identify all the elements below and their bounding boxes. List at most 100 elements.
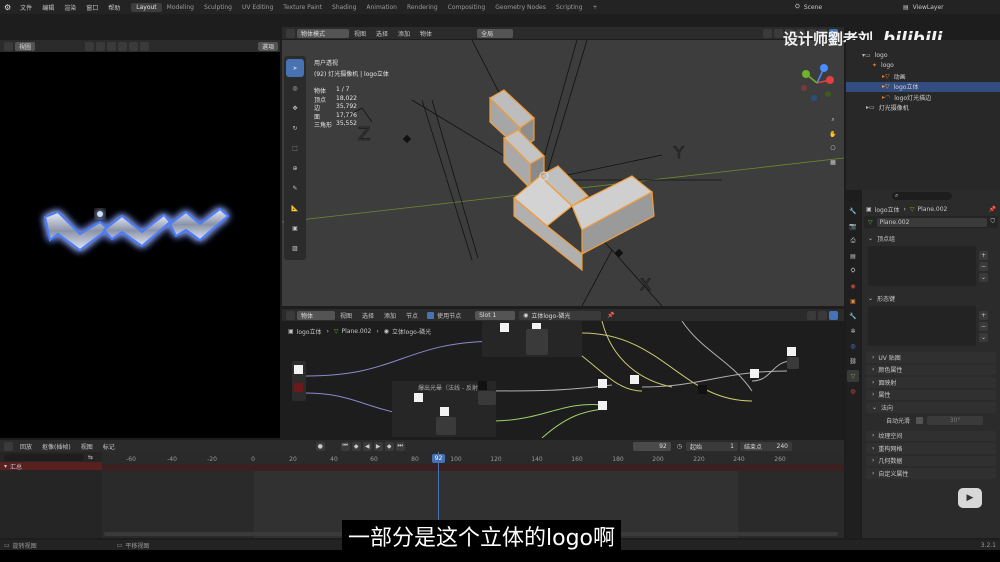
geometry-data-panel[interactable]: › 几何数据 [866, 455, 996, 466]
particles-tab[interactable]: ✲ [847, 325, 859, 337]
jump-end-button[interactable]: ⏭ [395, 441, 405, 451]
tab-sculpting[interactable]: Sculpting [199, 3, 237, 12]
add-workspace-button[interactable]: + [588, 3, 603, 12]
outliner-row[interactable]: ✦ logo [846, 61, 1000, 72]
material-selector[interactable]: ◉ 立体logo-磷光 [519, 310, 602, 320]
shader-node[interactable] [787, 357, 799, 369]
timeline-editor-icon[interactable] [4, 441, 13, 451]
node-menu-select[interactable]: 选择 [357, 311, 379, 320]
viewport-editor-icon[interactable] [286, 28, 295, 38]
scene-selector[interactable]: ⛭ Scene [795, 2, 822, 12]
wireframe-icon[interactable] [118, 41, 128, 51]
node-canvas[interactable]: ▣ logo立体 › ▽ Plane.002 › ◉ 立体logo-磷光 爆出光… [282, 321, 844, 438]
render-preview[interactable] [0, 52, 280, 438]
world-tab[interactable]: ◉ [847, 280, 859, 292]
shape-key-menu-button[interactable]: ⌄ [979, 332, 988, 342]
fake-user-icon[interactable]: ⛉ [990, 218, 995, 226]
outliner-row[interactable]: ▸◠ logo灯光描边 [846, 92, 1000, 103]
auto-smooth-checkbox[interactable] [916, 417, 924, 424]
vertex-groups-panel[interactable]: ⌄ 顶点组 [862, 232, 1000, 244]
current-frame-field[interactable]: 92 [632, 441, 671, 451]
menu-render[interactable]: 渲染 [59, 3, 81, 12]
node-menu-view[interactable]: 视图 [335, 311, 357, 320]
add-vertex-group-button[interactable]: + [979, 250, 988, 260]
vertex-groups-list[interactable] [868, 246, 976, 286]
outliner-row-selected[interactable]: ▸▽ logo立体 [846, 81, 1000, 92]
transform-orientation-dropdown[interactable]: 全局 [477, 28, 514, 38]
pin-icon[interactable]: 📌 [989, 206, 996, 213]
node-menu-node[interactable]: 节点 [401, 311, 423, 320]
shape-keys-list[interactable] [868, 306, 976, 346]
outliner-row[interactable]: ▸▽ 动画 [846, 71, 1000, 82]
modifier-tab[interactable]: 🔧 [847, 310, 859, 322]
rotate-tool[interactable]: ↻ [286, 119, 304, 137]
start-frame-field[interactable]: 起始 1 [685, 441, 738, 451]
pin-icon[interactable]: 📌 [607, 312, 614, 319]
timeline-menu-keying[interactable]: 抠像(插帧) [37, 442, 76, 451]
gizmo-icon[interactable] [774, 28, 783, 38]
data-tab[interactable]: ▽ [847, 370, 859, 382]
outliner-row[interactable]: ▸▭ 灯光摄像机 [846, 103, 1000, 114]
solid-icon[interactable] [129, 41, 139, 51]
select-tool[interactable]: ➤ [286, 59, 304, 77]
next-keyframe-button[interactable]: ◆ [384, 441, 394, 451]
remesh-panel[interactable]: › 重构网格 [866, 443, 996, 454]
tab-geometry-nodes[interactable]: Geometry Nodes [490, 3, 551, 12]
editor-type-icon[interactable] [4, 41, 13, 51]
blender-logo-icon[interactable]: ⚙ [4, 3, 11, 12]
output-tab[interactable]: ⎙ [847, 235, 859, 247]
proportional-icon[interactable] [96, 41, 106, 51]
color-attributes-panel[interactable]: › 颜色属性 [866, 364, 996, 375]
add-shape-key-button[interactable]: + [979, 310, 988, 320]
color-ramp-node[interactable] [478, 391, 496, 405]
3d-viewport[interactable]: Z Y X 用户透视 (92) 灯光摄像机 | logo立体 物体 1 / 7 顶… [282, 40, 844, 306]
options-button[interactable]: 選項 [257, 41, 278, 51]
playhead-frame-label[interactable]: 92 [432, 454, 445, 463]
view-menu-button[interactable]: 視圖 [15, 41, 36, 51]
tab-scripting[interactable]: Scripting [551, 3, 588, 12]
menu-help[interactable]: 帮助 [103, 3, 125, 12]
tab-layout[interactable]: Layout [131, 2, 162, 12]
move-tool[interactable]: ✥ [286, 99, 304, 117]
prev-keyframe-button[interactable]: ◆ [351, 441, 361, 451]
tab-animation[interactable]: Animation [361, 3, 402, 12]
overlay-icon[interactable] [107, 41, 117, 51]
rendered-icon[interactable] [140, 41, 150, 51]
remove-vertex-group-button[interactable]: − [979, 261, 988, 271]
tool-tab[interactable]: 🔧 [847, 205, 859, 217]
end-frame-field[interactable]: 结束点 240 [739, 441, 792, 451]
math-node[interactable] [526, 329, 548, 355]
vertex-group-menu-button[interactable]: ⌄ [979, 272, 988, 282]
constraints-tab[interactable]: ⛓ [847, 355, 859, 367]
zoom-control[interactable]: ⌕ [827, 114, 839, 126]
timeline-menu-marker[interactable]: 标记 [98, 442, 120, 451]
jump-start-button[interactable]: ⏮ [340, 441, 350, 451]
swap-icon[interactable]: ⇆ [88, 454, 93, 461]
scale-tool[interactable]: ⬚ [286, 139, 304, 157]
image-tool[interactable]: ▨ [286, 239, 304, 257]
add-cube-tool[interactable]: ▣ [286, 219, 304, 237]
custom-properties-panel[interactable]: › 自定义属性 [866, 468, 996, 479]
face-maps-panel[interactable]: › 面映射 [866, 377, 996, 388]
timeline-menu-playback[interactable]: 回放 [15, 442, 37, 451]
visibility-icon[interactable] [763, 28, 772, 38]
tab-compositing[interactable]: Compositing [443, 3, 491, 12]
render-tab[interactable]: 📷 [847, 220, 859, 232]
node-editor-type-icon[interactable] [286, 310, 295, 320]
viewport-menu-add[interactable]: 添加 [393, 29, 415, 38]
menu-file[interactable]: 文件 [15, 3, 37, 12]
menu-window[interactable]: 窗口 [81, 3, 103, 12]
slot-dropdown[interactable]: Slot 1 [475, 310, 516, 320]
timeline-menu-view[interactable]: 视图 [76, 442, 98, 451]
view-layer-selector[interactable]: ▤ ViewLayer [903, 2, 944, 12]
tab-uv-editing[interactable]: UV Editing [237, 3, 278, 12]
tab-rendering[interactable]: Rendering [402, 3, 443, 12]
physics-tab[interactable]: ◎ [847, 340, 859, 352]
material-tab[interactable]: ◍ [847, 385, 859, 397]
node-snap-icon[interactable] [818, 310, 827, 320]
node-object-dropdown[interactable]: 物体 [297, 310, 335, 320]
cursor-tool[interactable]: ◎ [286, 79, 304, 97]
tab-modeling[interactable]: Modeling [162, 3, 199, 12]
outliner-row[interactable]: ▾▭ logo [846, 50, 1000, 61]
auto-smooth-angle-field[interactable]: 30° [927, 416, 984, 425]
